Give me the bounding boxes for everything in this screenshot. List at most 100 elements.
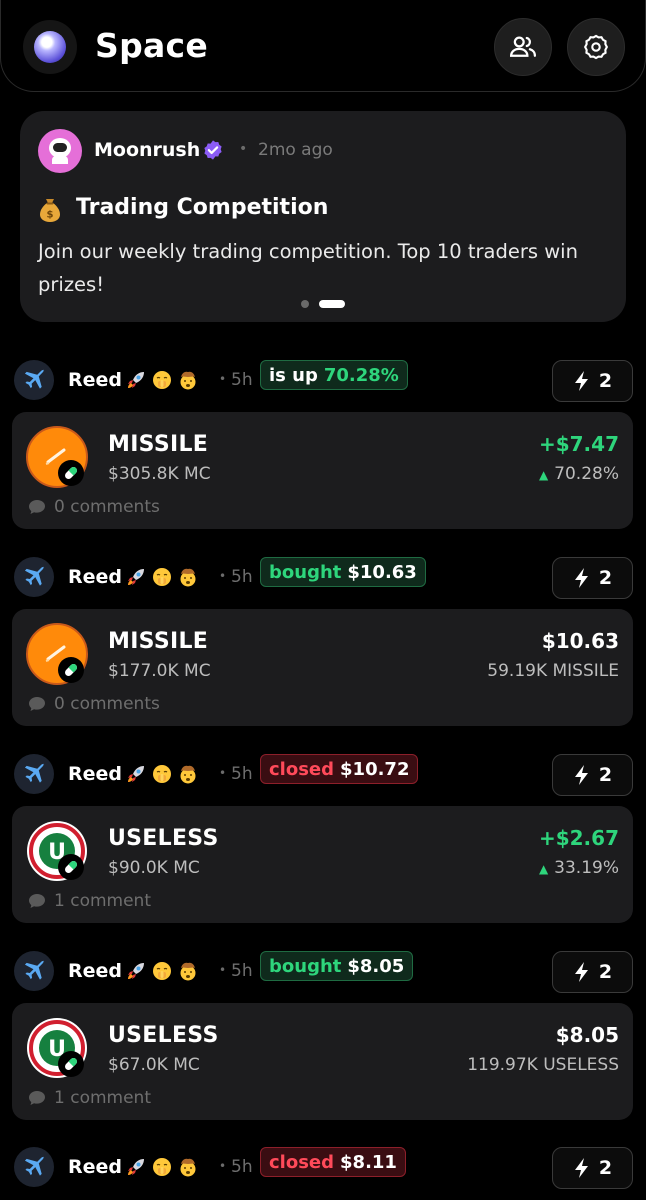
trade-action: bought [269,561,342,583]
trade-action-badge: closed $10.72 [260,754,419,784]
separator-dot: • [219,569,227,583]
comment-bubble-icon [29,500,45,514]
trade-action: is up [269,364,318,386]
comment-count[interactable]: 0 comments [28,694,160,714]
position-detail: ▲ 33.19% [538,858,619,878]
rocket-emoji-icon [126,764,146,784]
up-arrow-icon: ▲ [538,468,549,482]
page-title: Space [95,26,209,65]
astronaut-icon [48,138,72,164]
market-cap: $177.0K MC [108,661,211,681]
user-name[interactable]: Reed [68,960,122,982]
position-value: +$2.67 [538,826,619,850]
comment-bubble-icon [29,1091,45,1105]
post-time: 2mo ago [258,140,333,160]
user-name[interactable]: Reed [68,566,122,588]
comment-count[interactable]: 0 comments [28,497,160,517]
user-avatar[interactable] [14,557,54,597]
position-detail: 119.97K USELESS [467,1055,619,1075]
airplane-icon [24,960,45,980]
trade-amount: $8.11 [340,1151,397,1173]
token-name: USELESS [108,1023,219,1048]
app-header: Space [0,0,646,92]
post-time: 5h [231,764,253,784]
zap-count: 2 [598,961,613,983]
shushing-face-emoji-icon [152,764,172,784]
exploding-head-emoji-icon [178,370,198,390]
token-card[interactable]: U USELESS $67.0K MC $8.05 119.97K USELES… [12,1003,633,1120]
separator-dot: • [219,372,227,386]
lightning-icon [574,765,588,785]
position-value: +$7.47 [538,432,619,456]
exploding-head-emoji-icon [178,764,198,784]
position-detail: ▲ 70.28% [538,464,619,484]
zap-count: 2 [598,764,613,786]
zap-count: 2 [598,567,613,589]
zap-button[interactable]: 2 [552,360,633,402]
comment-count[interactable]: 1 comment [28,1088,151,1108]
separator-dot: • [219,766,227,780]
settings-button[interactable] [567,18,625,76]
token-card[interactable]: MISSILE $177.0K MC $10.63 59.19K MISSILE… [12,609,633,726]
airplane-icon [24,763,45,783]
user-name[interactable]: Reed [68,1156,122,1178]
user-avatar[interactable] [14,1147,54,1187]
user-emojis [126,567,198,587]
separator-dot: • [219,1159,227,1173]
comment-bubble-icon [29,894,45,908]
feed-item: Reed • 5h closed $10.72 2 U USELESS $90.… [0,754,646,950]
feed-item: Reed • 5h closed $8.11 2 [0,1147,646,1200]
planet-logo-icon[interactable] [23,20,77,74]
user-avatar[interactable] [14,951,54,991]
carousel-dot-active[interactable] [319,300,345,308]
user-name[interactable]: Reed [68,369,122,391]
author-avatar[interactable] [38,129,82,173]
verified-badge-icon [204,140,222,160]
exploding-head-emoji-icon [178,567,198,587]
comment-count[interactable]: 1 comment [28,891,151,911]
svg-text:$: $ [47,210,54,221]
pill-badge-icon [58,460,84,486]
trade-action: closed [269,1151,335,1173]
rocket-emoji-icon [126,370,146,390]
separator-dot: • [219,963,227,977]
user-avatar[interactable] [14,754,54,794]
pill-badge-icon [58,854,84,880]
market-cap: $90.0K MC [108,858,200,878]
token-name: USELESS [108,826,219,851]
users-button[interactable] [494,18,552,76]
carousel-dot[interactable] [301,300,309,308]
token-card[interactable]: MISSILE $305.8K MC +$7.47 ▲ 70.28% 0 comm… [12,412,633,529]
trade-action-badge: bought $10.63 [260,557,426,587]
position-value: $8.05 [555,1023,619,1047]
rocket-emoji-icon [126,1157,146,1177]
user-emojis [126,961,198,981]
trade-amount: $10.72 [340,758,410,780]
airplane-icon [24,369,45,389]
token-card[interactable]: U USELESS $90.0K MC +$2.67 ▲ 33.19% 1 com… [12,806,633,923]
user-name[interactable]: Reed [68,763,122,785]
user-avatar[interactable] [14,360,54,400]
trade-amount: $10.63 [347,561,417,583]
zap-button[interactable]: 2 [552,951,633,993]
market-cap: $305.8K MC [108,464,211,484]
shushing-face-emoji-icon [152,1157,172,1177]
shushing-face-emoji-icon [152,567,172,587]
trade-amount: 70.28% [323,364,399,386]
exploding-head-emoji-icon [178,1157,198,1177]
announcement-card[interactable]: Moonrush • 2mo ago $ Trading Competition… [20,111,626,322]
post-time: 5h [231,567,253,587]
author-name[interactable]: Moonrush [94,139,200,161]
shushing-face-emoji-icon [152,961,172,981]
zap-button[interactable]: 2 [552,1147,633,1189]
zap-button[interactable]: 2 [552,557,633,599]
lightning-icon [574,1158,588,1178]
feed-item: Reed • 5h bought $8.05 2 U USELESS $67.0… [0,951,646,1147]
users-icon [509,36,536,57]
zap-button[interactable]: 2 [552,754,633,796]
trade-action: bought [269,955,342,977]
rocket-emoji-icon [126,567,146,587]
user-emojis [126,764,198,784]
airplane-icon [24,566,45,586]
trade-action-badge: bought $8.05 [260,951,414,981]
